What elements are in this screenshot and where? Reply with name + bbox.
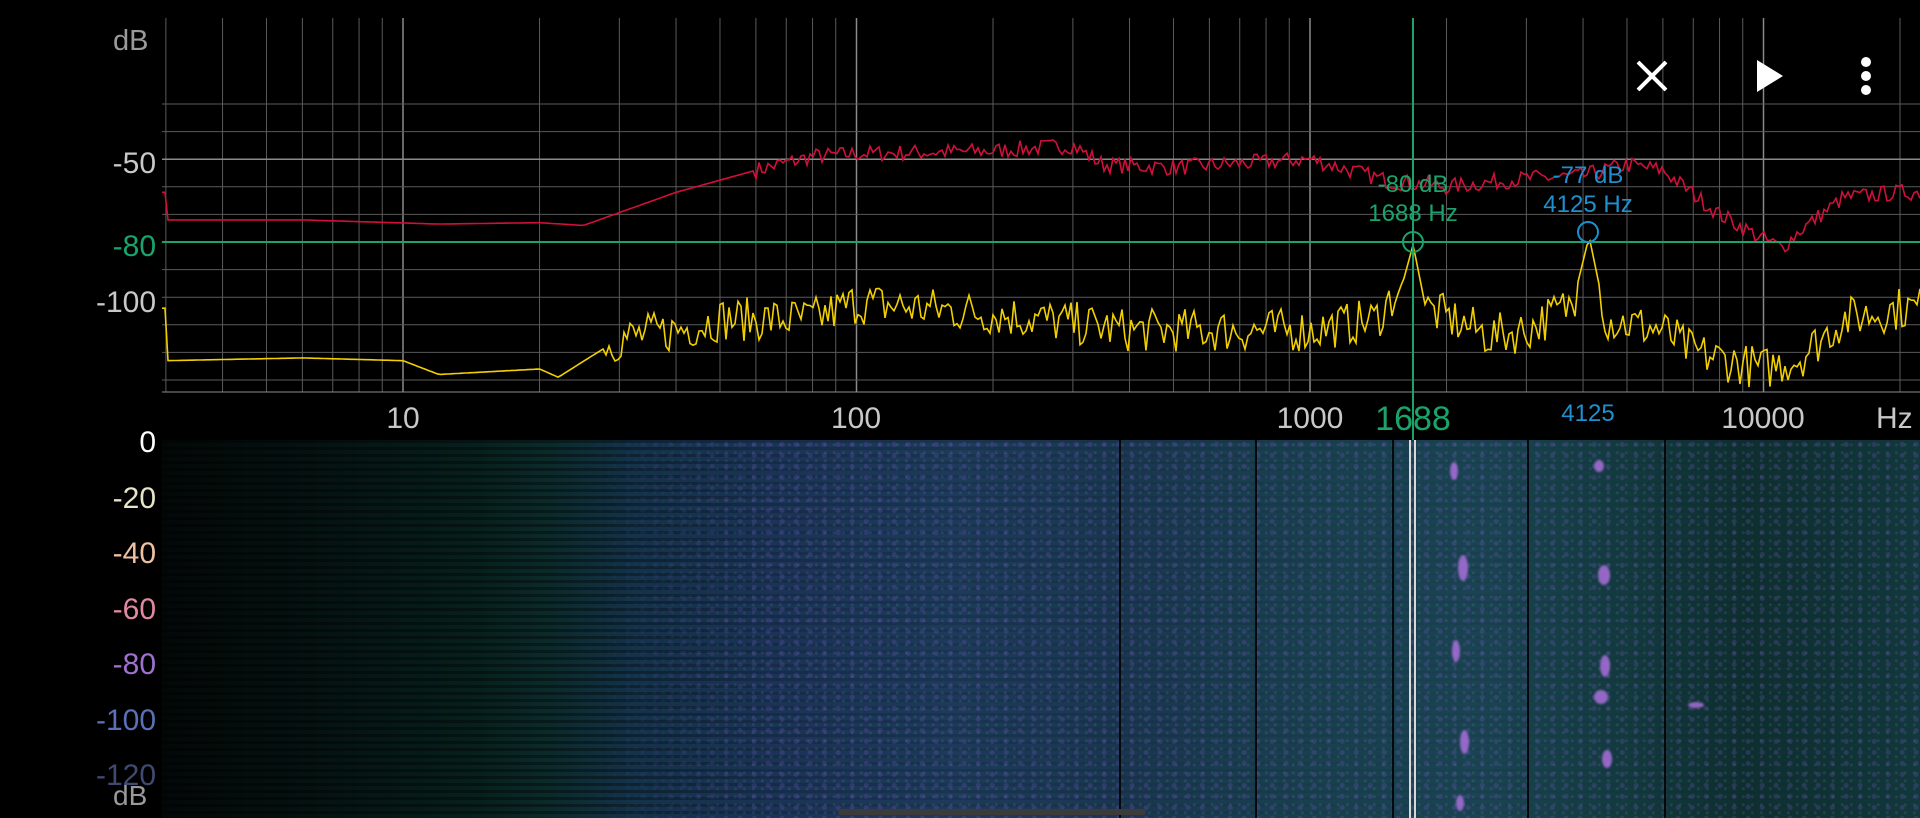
spectrogram-grid-line (1664, 440, 1666, 818)
spectrum-analyzer-screen: dB -50 -80 -100 10 100 1000 10000 Hz 168… (0, 0, 1920, 818)
spectrogram-db-unit: dB (113, 780, 148, 811)
x-tick-label: 100 (831, 402, 881, 435)
spectrogram-scale-label: -40 (112, 537, 156, 570)
spectrogram-energy-blob (1594, 460, 1604, 472)
spectrogram-grid-line (1255, 440, 1257, 818)
cursor-db-readout: -80 dB (1378, 171, 1449, 198)
spectrogram-scale-label: 0 (139, 426, 156, 459)
close-button[interactable] (1622, 46, 1682, 106)
y-tick-label: -100 (96, 286, 156, 319)
cursor-frequency-label: 1688 (1375, 400, 1451, 438)
spectrogram-energy-blob (1598, 565, 1610, 585)
spectrogram-energy-blob (1602, 750, 1612, 768)
spectrogram-scale-label: -100 (95, 703, 156, 737)
spectrogram-energy-blob (1450, 462, 1458, 480)
peak-frequency-label: 4125 (1561, 400, 1614, 427)
play-button[interactable] (1739, 46, 1799, 106)
peak-hz-readout: 4125 Hz (1543, 191, 1632, 218)
x-tick-label: 10 (386, 402, 419, 435)
more-options-button[interactable] (1836, 46, 1896, 106)
peak-marker-circle (1577, 221, 1599, 243)
spectrogram-grid-line (1119, 440, 1121, 818)
x-tick-label: 10000 (1721, 402, 1804, 435)
spectrogram-energy-blob (1458, 555, 1468, 581)
spectrogram-cursor[interactable] (1409, 440, 1416, 818)
spectrogram-scale-label: -80 (112, 648, 156, 681)
spectrogram-energy-blob (1452, 640, 1460, 662)
horizontal-scrollbar-thumb[interactable] (838, 809, 1146, 815)
live-spectrum-trace (162, 238, 1920, 388)
db-grid (162, 103, 1920, 393)
play-icon (1757, 60, 1783, 92)
peak-db-readout: -77 dB (1553, 162, 1624, 189)
peak-hold-trace (162, 139, 1920, 253)
spectrogram-scale-label: -60 (112, 592, 156, 626)
spectrogram-energy-blob (1594, 690, 1608, 704)
spectrogram-scale-label: -20 (112, 481, 156, 515)
cursor-hz-readout: 1688 Hz (1368, 200, 1457, 227)
spectrogram-energy-blob (1460, 730, 1469, 754)
spectrogram-noise-texture (162, 440, 1920, 818)
x-axis-unit: Hz (1876, 402, 1913, 435)
y-tick-label-cursor: -80 (113, 230, 156, 263)
spectrogram-energy-blob (1688, 702, 1704, 708)
spectrogram-energy-blob (1600, 655, 1610, 677)
spectrogram-grid-line (1392, 440, 1394, 818)
spectrogram-view[interactable] (162, 440, 1920, 818)
y-tick-label: -50 (113, 147, 156, 180)
x-tick-label: 1000 (1277, 402, 1344, 435)
more-vert-icon (1861, 57, 1871, 95)
spectrogram-grid-line (1527, 440, 1529, 818)
y-axis-unit: dB (113, 25, 148, 57)
spectrogram-energy-blob (1456, 795, 1464, 811)
close-icon (1636, 60, 1668, 92)
